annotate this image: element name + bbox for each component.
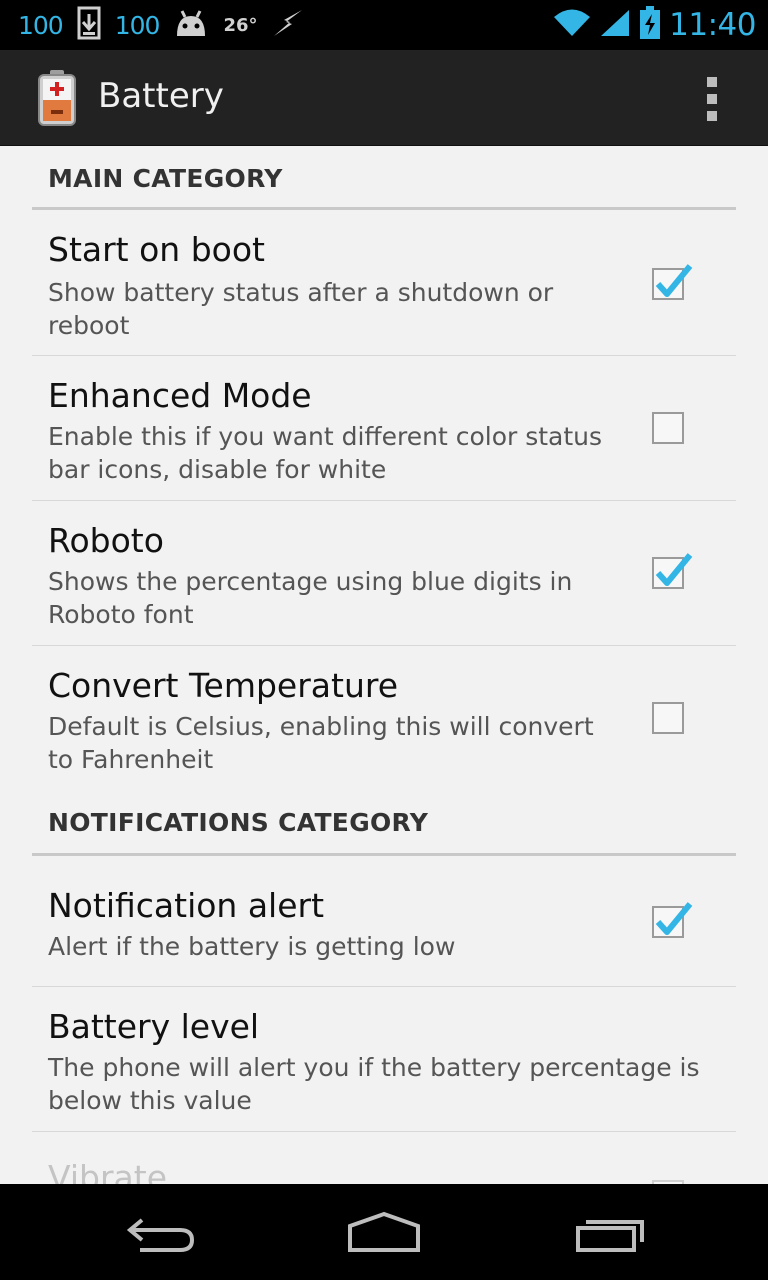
pref-start-on-boot[interactable]: Start on boot Show battery status after …: [32, 210, 736, 356]
notification-alert-checkbox[interactable]: [652, 902, 693, 938]
pref-battery-level[interactable]: Battery level The phone will alert you i…: [32, 987, 736, 1132]
clock-time: 11:40: [669, 7, 756, 43]
download-icon: [77, 6, 101, 44]
back-icon[interactable]: [122, 1208, 202, 1258]
home-icon[interactable]: [344, 1208, 424, 1258]
wifi-icon: [553, 8, 591, 42]
weather-icon: [272, 8, 304, 42]
battery-app-icon[interactable]: [36, 70, 78, 126]
enhanced-mode-checkbox[interactable]: [652, 412, 684, 444]
pref-enhanced-mode[interactable]: Enhanced Mode Enable this if you want di…: [32, 356, 736, 501]
pref-summary: Enable this if you want different color …: [48, 422, 603, 484]
android-icon: [173, 8, 209, 42]
status-bar: 100 100 26° 11:40: [0, 0, 768, 50]
signal-icon: [599, 8, 631, 42]
pref-roboto[interactable]: Roboto Shows the percentage using blue d…: [32, 501, 736, 646]
temperature-text: 26°: [223, 14, 258, 36]
recents-icon[interactable]: [572, 1208, 652, 1258]
pref-notification-alert[interactable]: Notification alert Alert if the battery …: [32, 856, 736, 987]
pref-summary: Show battery status after a shutdown or …: [48, 278, 554, 340]
navigation-bar: [0, 1184, 768, 1280]
app-screen: 100 100 26° 11:40 Battery MAIN CATEGORY …: [0, 0, 768, 1280]
battery-percent-text: 100: [18, 10, 64, 40]
pref-summary: The phone will alert you if the battery …: [48, 1053, 700, 1115]
pref-title: Roboto: [48, 521, 164, 560]
battery-percent-text-secondary: 100: [114, 10, 161, 40]
start-on-boot-checkbox[interactable]: [652, 264, 693, 300]
overflow-menu-icon[interactable]: [700, 77, 724, 121]
status-bar-left: 100 100 26°: [18, 0, 304, 50]
category-label: NOTIFICATIONS CATEGORY: [48, 808, 429, 837]
convert-temperature-checkbox[interactable]: [652, 702, 684, 734]
action-bar: Battery: [0, 50, 768, 146]
pref-summary: Default is Celsius, enabling this will c…: [48, 712, 594, 774]
battery-charging-icon: [639, 6, 661, 44]
status-bar-right: 11:40: [553, 0, 756, 50]
pref-title: Battery level: [48, 1007, 260, 1046]
pref-title: Enhanced Mode: [48, 376, 312, 415]
pref-summary: Shows the percentage using blue digits i…: [48, 567, 573, 629]
pref-title: Notification alert: [48, 886, 325, 925]
category-header-notifications: NOTIFICATIONS CATEGORY: [32, 794, 736, 856]
pref-vibrate[interactable]: Vibrate: [32, 1132, 736, 1184]
pref-title: Vibrate: [48, 1158, 167, 1184]
category-header-main: MAIN CATEGORY: [32, 146, 736, 210]
pref-summary: Alert if the battery is getting low: [48, 932, 456, 961]
preferences-list: MAIN CATEGORY Start on boot Show battery…: [0, 146, 768, 1184]
category-label: MAIN CATEGORY: [48, 164, 283, 193]
pref-convert-temperature[interactable]: Convert Temperature Default is Celsius, …: [32, 646, 736, 794]
pref-title: Convert Temperature: [48, 666, 399, 705]
roboto-checkbox[interactable]: [652, 553, 693, 589]
pref-title: Start on boot: [48, 230, 265, 269]
page-title: Battery: [98, 76, 224, 116]
